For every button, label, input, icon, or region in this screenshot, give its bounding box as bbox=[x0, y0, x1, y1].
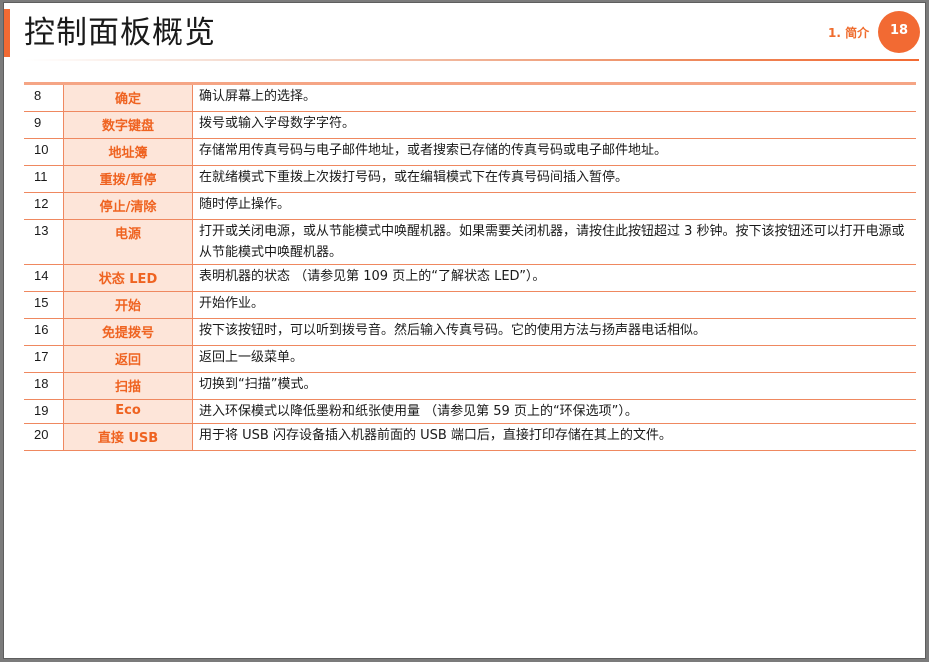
row-number: 16 bbox=[24, 318, 64, 346]
control-description: 拨号或输入字母数字字符。 bbox=[192, 111, 916, 139]
table-row: 20 直接 USB 用于将 USB 闪存设备插入机器前面的 USB 端口后，直接… bbox=[24, 423, 916, 451]
control-description: 在就绪模式下重拨上次拨打号码，或在编辑模式下在传真号码间插入暂停。 bbox=[192, 165, 916, 193]
table-row: 10 地址簿 存储常用传真号码与电子邮件地址，或者搜索已存储的传真号码或电子邮件… bbox=[24, 138, 916, 166]
table-row: 17 返回 返回上一级菜单。 bbox=[24, 345, 916, 373]
control-name: 状态 LED bbox=[63, 264, 193, 292]
control-name: 返回 bbox=[63, 345, 193, 373]
row-number: 20 bbox=[24, 423, 64, 451]
control-name: 直接 USB bbox=[63, 423, 193, 451]
row-number: 13 bbox=[24, 219, 64, 265]
table-row: 15 开始 开始作业。 bbox=[24, 291, 916, 319]
control-description: 打开或关闭电源，或从节能模式中唤醒机器。如果需要关闭机器，请按住此按钮超过 3 … bbox=[192, 219, 916, 265]
control-description: 用于将 USB 闪存设备插入机器前面的 USB 端口后，直接打印存储在其上的文件… bbox=[192, 423, 916, 451]
row-number: 9 bbox=[24, 111, 64, 139]
control-name: 停止/清除 bbox=[63, 192, 193, 220]
table-row: 18 扫描 切换到“扫描”模式。 bbox=[24, 372, 916, 400]
table-row: 16 免提拨号 按下该按钮时，可以听到拨号音。然后输入传真号码。它的使用方法与扬… bbox=[24, 318, 916, 346]
control-description: 按下该按钮时，可以听到拨号音。然后输入传真号码。它的使用方法与扬声器电话相似。 bbox=[192, 318, 916, 346]
control-name: 数字键盘 bbox=[63, 111, 193, 139]
control-description: 随时停止操作。 bbox=[192, 192, 916, 220]
control-name: 电源 bbox=[63, 219, 193, 265]
control-name: Eco bbox=[63, 399, 193, 424]
control-name: 地址簿 bbox=[63, 138, 193, 166]
control-description: 进入环保模式以降低墨粉和纸张使用量 （请参见第 59 页上的“环保选项”）。 bbox=[192, 399, 916, 424]
chapter-label: 1. 简介 bbox=[828, 26, 870, 40]
control-name: 免提拨号 bbox=[63, 318, 193, 346]
row-number: 18 bbox=[24, 372, 64, 400]
control-description: 开始作业。 bbox=[192, 291, 916, 319]
control-panel-table: 8 确定 确认屏幕上的选择。 9 数字键盘 拨号或输入字母数字字符。 10 地址… bbox=[24, 85, 916, 451]
control-name: 重拨/暂停 bbox=[63, 165, 193, 193]
control-description: 切换到“扫描”模式。 bbox=[192, 372, 916, 400]
row-number: 11 bbox=[24, 165, 64, 193]
control-description: 返回上一级菜单。 bbox=[192, 345, 916, 373]
row-number: 19 bbox=[24, 399, 64, 424]
row-number: 15 bbox=[24, 291, 64, 319]
row-number: 12 bbox=[24, 192, 64, 220]
control-name: 扫描 bbox=[63, 372, 193, 400]
row-number: 10 bbox=[24, 138, 64, 166]
control-name: 开始 bbox=[63, 291, 193, 319]
table-row: 12 停止/清除 随时停止操作。 bbox=[24, 192, 916, 220]
control-description: 确认屏幕上的选择。 bbox=[192, 85, 916, 112]
accent-bar bbox=[4, 9, 10, 57]
row-number: 14 bbox=[24, 264, 64, 292]
document-page: 控制面板概览 1. 简介 18 8 确定 确认屏幕上的选择。 9 数字键盘 拨号… bbox=[3, 2, 926, 659]
table-row: 9 数字键盘 拨号或输入字母数字字符。 bbox=[24, 111, 916, 139]
table-row: 11 重拨/暂停 在就绪模式下重拨上次拨打号码，或在编辑模式下在传真号码间插入暂… bbox=[24, 165, 916, 193]
header-divider bbox=[24, 59, 919, 61]
page-title: 控制面板概览 bbox=[24, 15, 216, 51]
row-number: 17 bbox=[24, 345, 64, 373]
table-row: 8 确定 确认屏幕上的选择。 bbox=[24, 85, 916, 112]
table-row: 14 状态 LED 表明机器的状态 （请参见第 109 页上的“了解状态 LED… bbox=[24, 264, 916, 292]
control-description: 表明机器的状态 （请参见第 109 页上的“了解状态 LED”）。 bbox=[192, 264, 916, 292]
control-description: 存储常用传真号码与电子邮件地址，或者搜索已存储的传真号码或电子邮件地址。 bbox=[192, 138, 916, 166]
control-name: 确定 bbox=[63, 85, 193, 112]
table-row: 19 Eco 进入环保模式以降低墨粉和纸张使用量 （请参见第 59 页上的“环保… bbox=[24, 399, 916, 424]
page-number-badge: 18 bbox=[878, 11, 920, 53]
row-number: 8 bbox=[24, 85, 64, 112]
table-row: 13 电源 打开或关闭电源，或从节能模式中唤醒机器。如果需要关闭机器，请按住此按… bbox=[24, 219, 916, 265]
